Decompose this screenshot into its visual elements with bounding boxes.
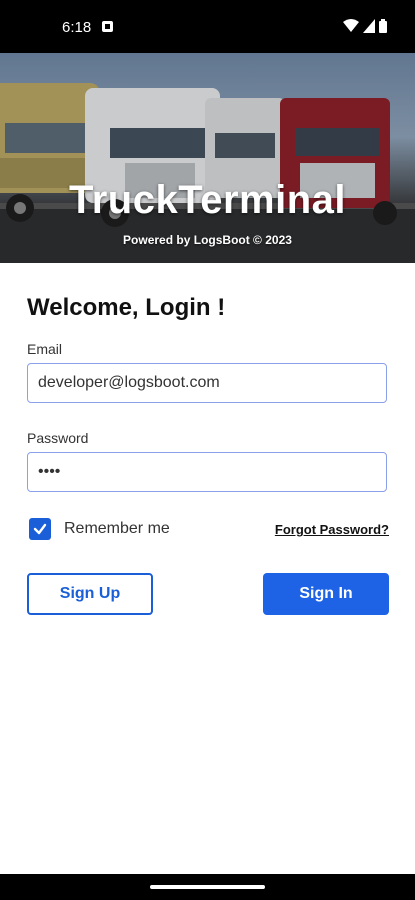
status-icons — [343, 19, 387, 33]
password-field[interactable] — [27, 452, 387, 492]
home-indicator[interactable] — [150, 885, 265, 889]
hero-banner: TruckTerminal Powered by LogsBoot © 2023 — [0, 53, 415, 263]
email-label: Email — [27, 341, 63, 357]
signup-button[interactable]: Sign Up — [27, 573, 153, 615]
status-bar: 6:18 — [0, 0, 415, 53]
app-subtitle: Powered by LogsBoot © 2023 — [123, 233, 292, 247]
remember-label: Remember me — [64, 520, 170, 537]
signin-button[interactable]: Sign In — [263, 573, 389, 615]
notification-icon — [102, 21, 113, 32]
check-icon — [33, 523, 47, 535]
email-field[interactable] — [27, 363, 387, 403]
battery-icon — [379, 19, 387, 33]
remember-checkbox[interactable] — [29, 518, 51, 540]
forgot-password-link[interactable]: Forgot Password? — [275, 522, 389, 537]
wifi-icon — [343, 19, 359, 32]
app-title: TruckTerminal — [69, 178, 346, 222]
password-label: Password — [27, 430, 89, 446]
status-time: 6:18 — [62, 19, 92, 36]
signal-icon — [363, 19, 375, 33]
truck-illustration — [0, 53, 415, 263]
page-title: Welcome, Login ! — [27, 294, 226, 321]
